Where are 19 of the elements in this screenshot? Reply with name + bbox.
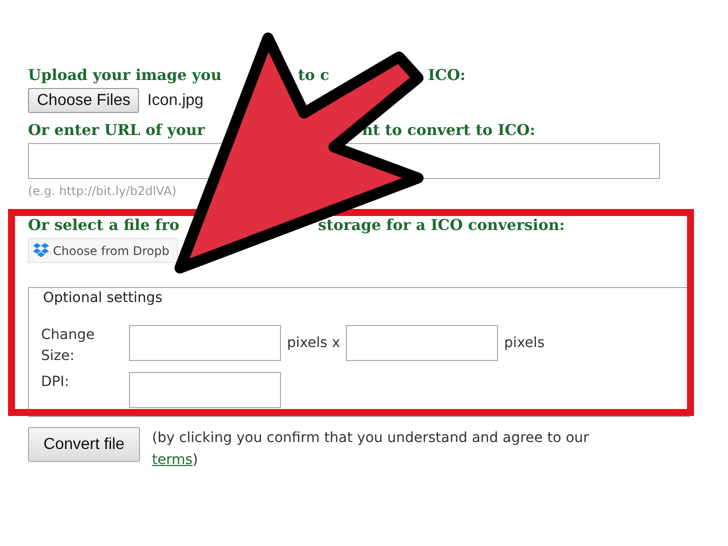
choose-files-button[interactable]: Choose Files <box>28 88 140 113</box>
heading-text: to c <box>298 65 330 86</box>
unit-text: pixels <box>504 334 545 353</box>
convert-button[interactable]: Convert file <box>28 427 140 462</box>
size-label: Change Size: <box>41 326 96 366</box>
settings-legend: Optional settings <box>41 289 164 307</box>
unit-text: pixels x <box>287 334 340 353</box>
heading-text: Or enter URL of your <box>28 120 206 141</box>
file-name: Icon.jpg <box>147 90 204 110</box>
dpi-label: DPI: <box>41 373 70 392</box>
heading-text: ICO: <box>428 65 466 86</box>
heading-text: Or select a file fro <box>28 215 180 236</box>
dropbox-button[interactable]: Choose from Dropb <box>28 238 178 263</box>
terms-link[interactable]: terms <box>152 452 193 468</box>
terms-note: (by clicking you confirm that you understand and agree to our terms) <box>152 429 590 470</box>
heading-text: storage for a ICO conversion: <box>318 215 565 236</box>
heading-text: nt to convert to ICO: <box>362 120 536 141</box>
hint-text: (e.g. http://bit.ly/b2dlVA) <box>28 183 178 200</box>
heading-text: Upload your image you <box>28 65 223 86</box>
